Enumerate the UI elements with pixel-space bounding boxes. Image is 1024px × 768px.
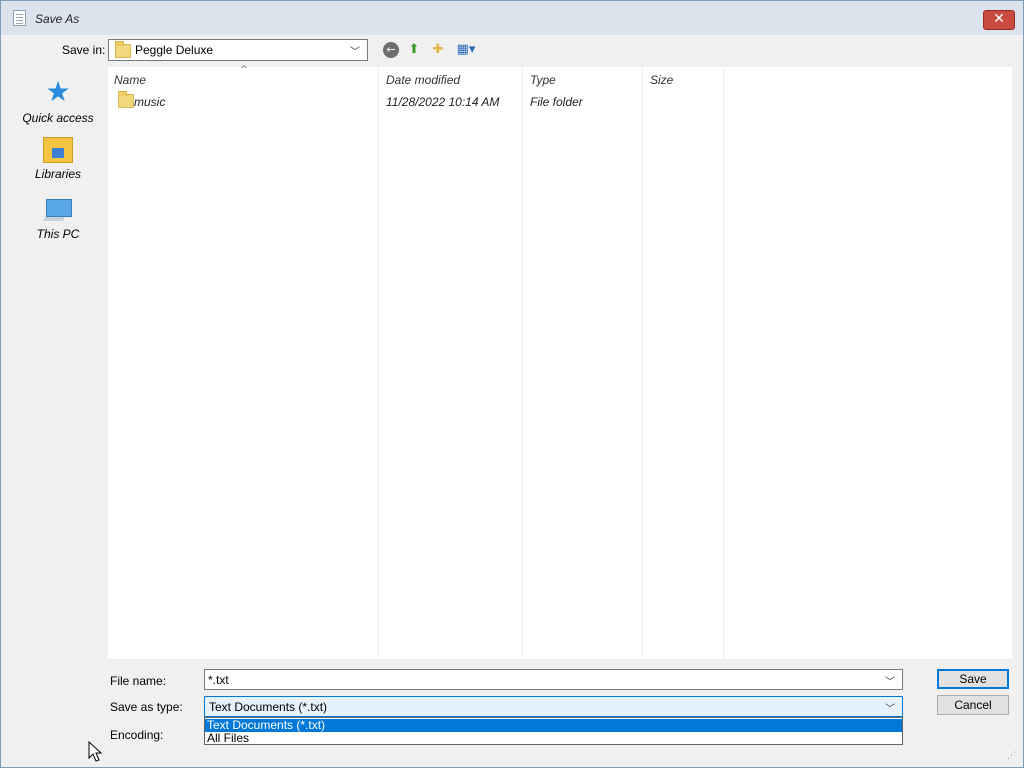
list-item[interactable]: music 11/28/2022 10:14 AM File folder [108, 91, 728, 111]
notepad-icon [13, 10, 26, 26]
dropdown-option-all-files[interactable]: All Files [205, 732, 902, 745]
folder-icon [115, 41, 131, 58]
save-button[interactable]: Save [937, 669, 1009, 689]
column-divider[interactable] [378, 67, 379, 659]
up-folder-icon[interactable]: ⬆ [405, 41, 423, 59]
save-as-type-value: Text Documents (*.txt) [209, 700, 328, 714]
new-folder-icon[interactable]: ✚ [429, 41, 447, 59]
column-header-size[interactable]: Size [650, 73, 673, 87]
place-this-pc[interactable]: This PC [10, 197, 106, 241]
file-date-modified: 11/28/2022 10:14 AM [386, 95, 500, 109]
place-quick-access[interactable]: ★ Quick access [10, 75, 106, 126]
save-in-label: Save in: [62, 43, 106, 57]
column-divider[interactable] [522, 67, 523, 659]
column-divider[interactable] [723, 67, 724, 659]
libraries-icon [43, 137, 73, 163]
file-name-input[interactable] [208, 672, 878, 687]
encoding-label: Encoding: [110, 728, 164, 742]
view-menu-icon[interactable]: ▦▾ [453, 41, 479, 59]
star-icon: ★ [45, 75, 71, 108]
folder-icon [118, 91, 134, 108]
place-label: This PC [36, 227, 80, 241]
cancel-button[interactable]: Cancel [937, 695, 1009, 715]
place-label: Quick access [22, 111, 94, 125]
mouse-cursor-icon [88, 741, 102, 762]
column-header-date-modified[interactable]: Date modified [386, 73, 460, 87]
resize-grip-icon[interactable]: ⋰ [1007, 751, 1017, 761]
file-list[interactable]: ^ Name Date modified Type Size music 11/… [108, 65, 1012, 659]
column-header-type[interactable]: Type [530, 73, 556, 87]
chevron-down-icon: ﹀ [885, 704, 895, 715]
computer-icon [42, 197, 74, 223]
chevron-down-icon[interactable]: ﹀ [885, 673, 897, 688]
file-name-combo[interactable]: ﹀ [204, 669, 903, 690]
save-as-dialog: Save As ✕ Save in: Peggle Deluxe ﹀ ← ⬆ ✚… [0, 0, 1024, 768]
title-bar[interactable]: Save As ✕ [1, 1, 1023, 35]
window-title: Save As [35, 12, 80, 26]
close-button[interactable]: ✕ [983, 10, 1015, 30]
sort-ascending-icon: ^ [240, 65, 248, 75]
file-name-label: File name: [110, 674, 167, 688]
dropdown-option-text-documents[interactable]: Text Documents (*.txt) [205, 719, 902, 732]
chevron-down-icon: ﹀ [350, 47, 360, 58]
file-type: File folder [530, 95, 583, 109]
save-as-type-dropdown[interactable]: Text Documents (*.txt) All Files [204, 717, 903, 745]
save-as-type-select[interactable]: Text Documents (*.txt) ﹀ [204, 696, 903, 717]
place-libraries[interactable]: Libraries [10, 137, 106, 181]
save-in-combo[interactable]: Peggle Deluxe ﹀ [108, 39, 368, 61]
place-label: Libraries [34, 167, 82, 181]
back-icon[interactable]: ← [383, 42, 399, 58]
column-header-name[interactable]: Name [114, 73, 146, 87]
column-divider[interactable] [642, 67, 643, 659]
places-bar: ★ Quick access Libraries This PC [10, 67, 106, 659]
save-in-value: Peggle Deluxe [135, 43, 214, 57]
file-name: music [134, 95, 166, 109]
save-as-type-label: Save as type: [110, 700, 183, 714]
